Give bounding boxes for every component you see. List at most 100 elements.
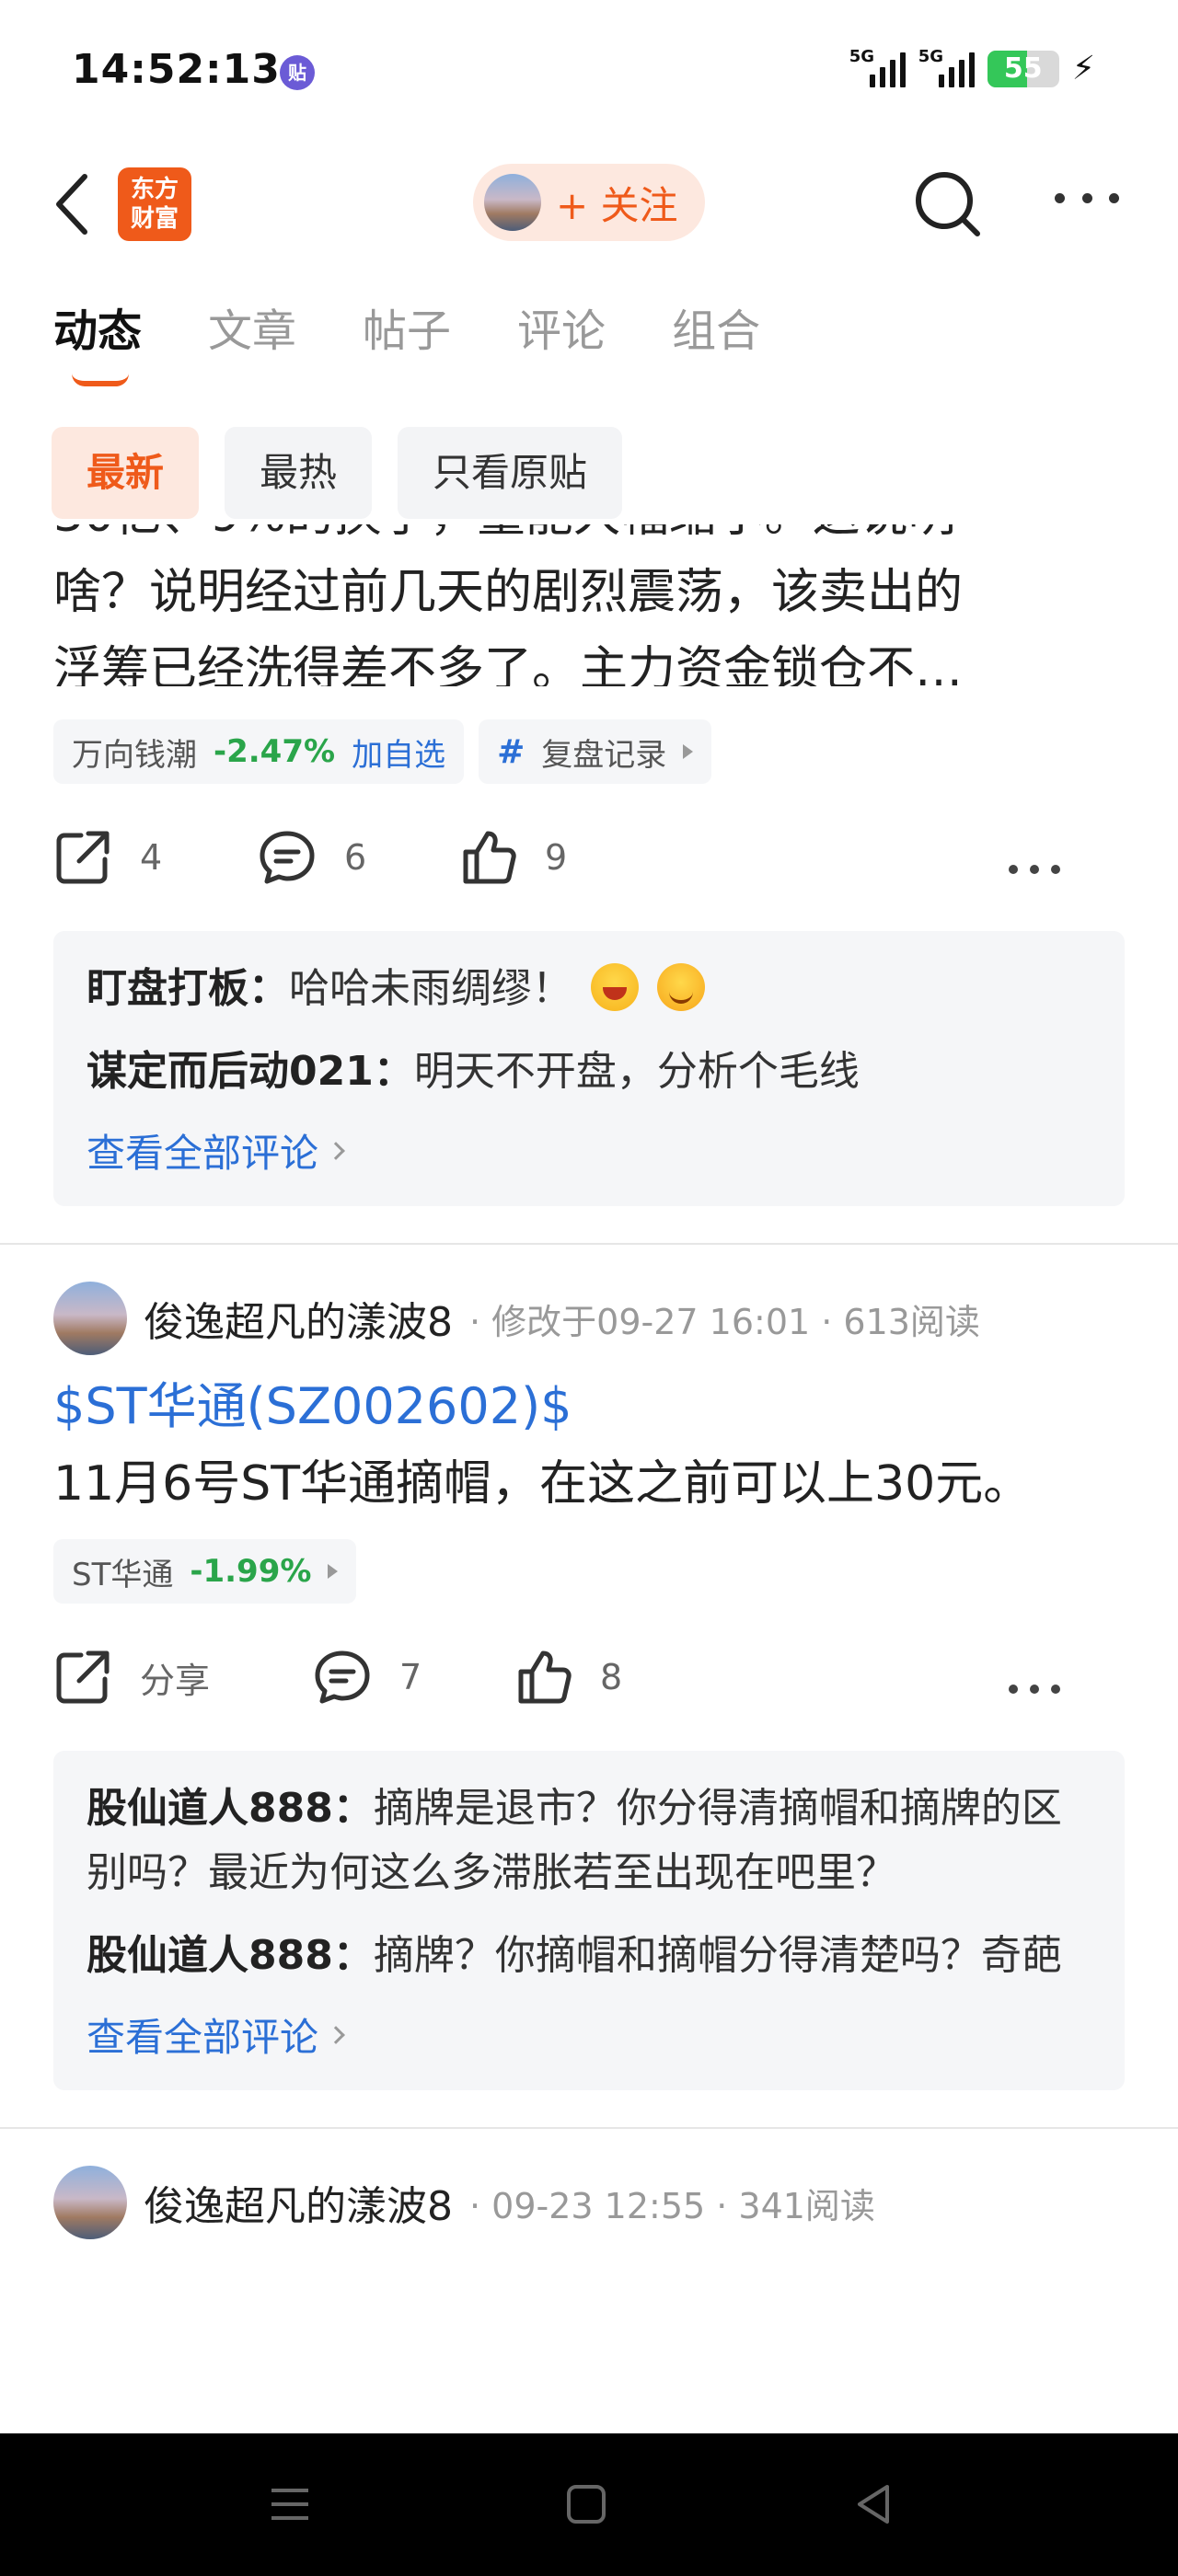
battery-icon: 55	[987, 50, 1059, 87]
share-count: 4	[140, 837, 163, 878]
chevron-right-icon	[327, 2025, 345, 2044]
thumbs-up-icon	[463, 831, 516, 884]
tab-posts[interactable]: 帖子	[363, 294, 451, 359]
filter-original-only[interactable]: 只看原贴	[398, 427, 623, 519]
stock-change: -2.47%	[214, 733, 336, 770]
laughing-emoji-icon	[591, 963, 639, 1011]
like-count: 9	[545, 837, 568, 878]
post-text-line: 啥？说明经过前几天的剧烈震荡，该卖出的	[53, 565, 964, 620]
tab-articles[interactable]: 文章	[208, 294, 296, 359]
comment-button[interactable]: 6	[258, 828, 366, 887]
post-text-line: 30亿、9%的换手，量能大幅缩小。这说明	[53, 524, 1125, 554]
follow-button[interactable]: + 关注	[473, 164, 705, 241]
tab-dynamics[interactable]: 动态	[53, 294, 142, 386]
like-button[interactable]: 8	[514, 1648, 622, 1707]
post-meta: · 09-23 12:55 · 341阅读	[469, 2185, 875, 2226]
post-card[interactable]: 30亿、9%的换手，量能大幅缩小。这说明 啥？说明经过前几天的剧烈震荡，该卖出的…	[0, 524, 1178, 1206]
share-icon	[56, 831, 110, 884]
signal-icon: 5G	[918, 47, 975, 87]
more-options-button[interactable]	[1055, 193, 1119, 212]
avatar[interactable]	[53, 1282, 127, 1355]
sort-filters: 最新 最热 只看原贴	[52, 427, 623, 519]
post-body[interactable]: 30亿、9%的换手，量能大幅缩小。这说明 啥？说明经过前几天的剧烈震荡，该卖出的…	[53, 524, 1125, 686]
comment-text: 哈哈未雨绸缪！	[289, 965, 572, 1012]
stock-link[interactable]: $ST华通(SZ002602)$	[53, 1368, 1125, 1445]
post-text-line: 浮筹已经洗得差不多了。主力资金锁仓不…	[53, 642, 964, 686]
post-card[interactable]: $ST华通(SZ002602)$ 11月6号ST华通摘帽，在这之前可以上30元。…	[0, 1368, 1178, 2090]
comment-count: 6	[344, 837, 367, 878]
post-meta: · 修改于09-27 16:01 · 613阅读	[469, 1301, 980, 1342]
filter-hottest[interactable]: 最热	[225, 427, 373, 519]
filter-latest[interactable]: 最新	[52, 427, 200, 519]
comment-count: 7	[399, 1657, 422, 1697]
hashtag-icon: #	[497, 732, 525, 771]
screen: 14:52:13 贴 5G 5G 55 ⚡ 东方 财富 + 关注 动态 文章 帖…	[0, 0, 1178, 2576]
topic-label: 复盘记录	[541, 736, 667, 774]
comment-item: 谋定而后动021：明天不开盘，分析个毛线	[87, 1040, 1091, 1104]
status-icons: 5G 5G 55 ⚡	[849, 47, 1095, 88]
comment-user[interactable]: 盯盘打板：	[87, 965, 289, 1012]
chevron-right-icon	[327, 1141, 345, 1160]
search-button[interactable]	[911, 167, 985, 241]
feed[interactable]: 30亿、9%的换手，量能大幅缩小。这说明 啥？说明经过前几天的剧烈震荡，该卖出的…	[0, 524, 1178, 2433]
more-options-button[interactable]	[1009, 865, 1060, 876]
back-triangle-icon[interactable]	[850, 2481, 896, 2527]
comment-item: 股仙道人888：摘牌是退市？你分得清摘帽和摘牌的区别吗？最近为何这么多滞胀若至出…	[87, 1777, 1091, 1905]
comment-text: 摘牌？你摘帽和摘帽分得清楚吗？奇葩	[373, 1932, 1062, 1979]
profile-tabs: 动态 文章 帖子 评论 组合	[53, 294, 760, 386]
tab-portfolio[interactable]: 组合	[672, 294, 760, 359]
post-text: 11月6号ST华通摘帽，在这之前可以上30元。	[53, 1456, 1032, 1512]
smile-emoji-icon	[657, 963, 705, 1011]
app-logo: 东方 财富	[118, 167, 191, 241]
like-button[interactable]: 9	[458, 828, 567, 887]
add-watchlist-link[interactable]: 加自选	[352, 730, 445, 775]
comment-user[interactable]: 股仙道人888：	[87, 1785, 374, 1832]
share-button[interactable]: 4	[53, 828, 162, 887]
top-nav: 东方 财富 + 关注	[0, 147, 1178, 258]
menu-icon[interactable]	[267, 2481, 313, 2527]
view-all-comments-link[interactable]: 查看全部评论	[87, 2007, 1091, 2063]
play-arrow-icon	[683, 744, 694, 759]
play-arrow-icon	[328, 1564, 339, 1579]
comment-user[interactable]: 股仙道人888：	[87, 1932, 374, 1979]
comment-icon	[315, 1650, 370, 1704]
comment-preview[interactable]: 股仙道人888：摘牌是退市？你分得清摘帽和摘牌的区别吗？最近为何这么多滞胀若至出…	[53, 1751, 1125, 2090]
avatar[interactable]	[53, 2166, 127, 2239]
like-count: 8	[600, 1657, 623, 1697]
comment-preview[interactable]: 盯盘打板：哈哈未雨绸缪！ 谋定而后动021：明天不开盘，分析个毛线 查看全部评论	[53, 931, 1125, 1206]
tab-comments[interactable]: 评论	[517, 294, 606, 359]
author-name[interactable]: 俊逸超凡的漾波8	[144, 1289, 453, 1348]
stock-change: -1.99%	[190, 1553, 312, 1590]
chevron-left-icon	[56, 174, 87, 235]
post-tags: ST华通 -1.99%	[53, 1539, 1125, 1604]
app-notification-icon: 贴	[280, 55, 315, 90]
post-author[interactable]: 俊逸超凡的漾波8 · 09-23 12:55 · 341阅读	[0, 2129, 1178, 2239]
status-bar: 14:52:13 贴 5G 5G 55 ⚡	[0, 0, 1178, 147]
system-navigation-bar	[0, 2433, 1178, 2576]
back-button[interactable]	[48, 167, 103, 241]
clock: 14:52:13	[72, 46, 281, 93]
topic-tag[interactable]: # 复盘记录	[479, 719, 712, 784]
comment-text: 明天不开盘，分析个毛线	[413, 1048, 860, 1095]
comment-icon	[260, 831, 315, 884]
stock-tag[interactable]: ST华通 -1.99%	[53, 1539, 357, 1604]
share-button[interactable]: 分享	[53, 1648, 210, 1707]
active-tab-indicator	[72, 374, 129, 386]
post-actions: 分享 7 8	[53, 1604, 1125, 1751]
comment-item: 股仙道人888：摘牌？你摘帽和摘帽分得清楚吗？奇葩	[87, 1924, 1091, 1988]
stock-tag[interactable]: 万向钱潮 -2.47% 加自选	[53, 719, 465, 784]
stock-name: ST华通	[72, 1556, 174, 1593]
more-options-button[interactable]	[1009, 1685, 1060, 1696]
comment-button[interactable]: 7	[313, 1648, 422, 1707]
home-icon[interactable]	[563, 2481, 609, 2527]
view-all-comments-link[interactable]: 查看全部评论	[87, 1122, 1091, 1179]
avatar	[484, 174, 541, 231]
stock-name: 万向钱潮	[72, 736, 197, 774]
follow-label: + 关注	[556, 182, 678, 228]
comment-user[interactable]: 谋定而后动021：	[87, 1048, 414, 1095]
post-actions: 4 6 9	[53, 784, 1125, 931]
share-icon	[56, 1650, 110, 1704]
signal-icon: 5G	[849, 47, 906, 87]
post-author[interactable]: 俊逸超凡的漾波8 · 修改于09-27 16:01 · 613阅读	[0, 1245, 1178, 1355]
author-name[interactable]: 俊逸超凡的漾波8	[144, 2173, 453, 2232]
